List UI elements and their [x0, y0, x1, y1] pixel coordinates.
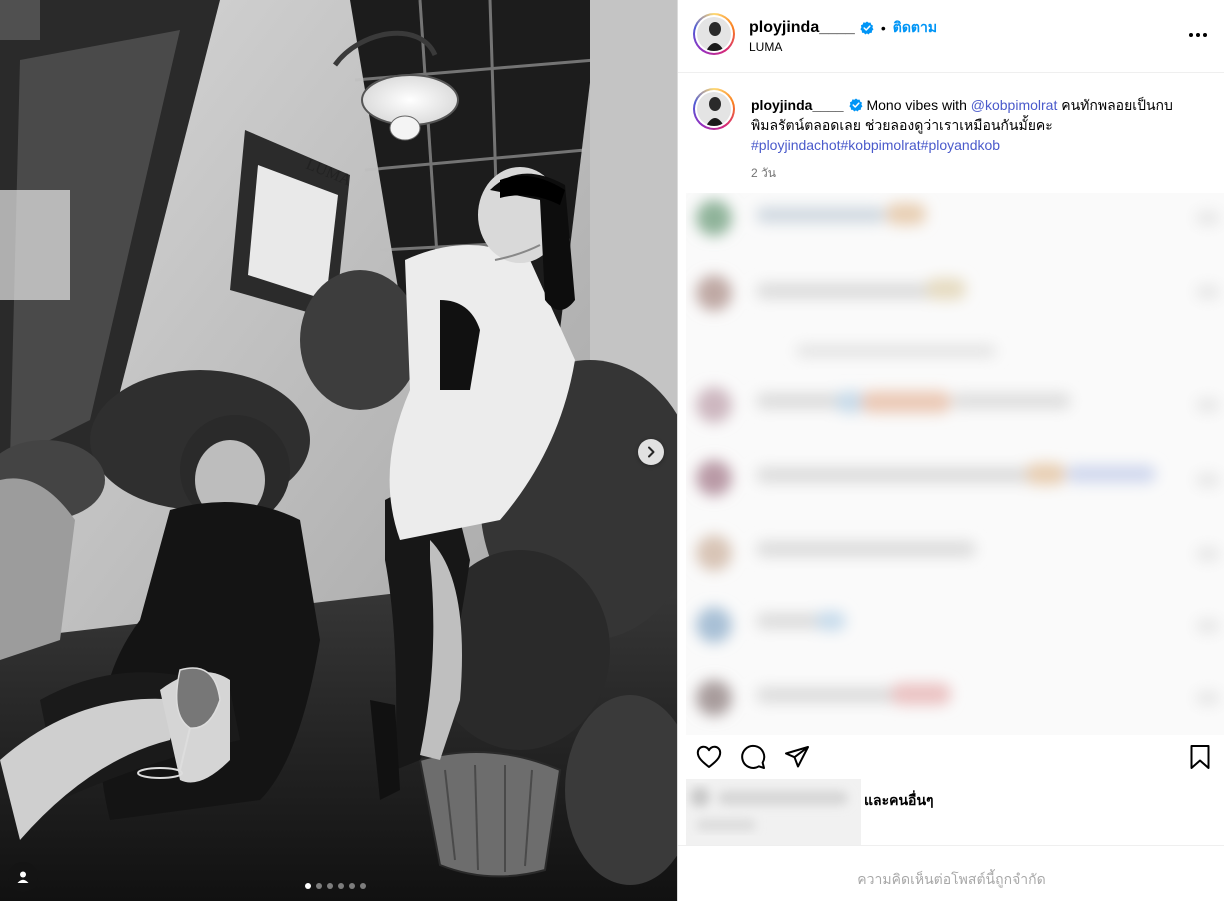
user-tag-icon: [17, 871, 29, 883]
caption-avatar[interactable]: [693, 88, 735, 130]
post-timestamp[interactable]: 2 วัน: [751, 164, 776, 183]
header-separator: •: [880, 20, 886, 36]
avatar-photo: [697, 92, 731, 126]
caption-mention[interactable]: @kobpimolrat: [971, 97, 1058, 113]
avatar[interactable]: [693, 13, 735, 55]
liked-by-blurred: [686, 779, 861, 845]
blurred-comments-graphic: [696, 200, 1220, 716]
liked-by-graphic: [690, 787, 848, 831]
comment-button[interactable]: [739, 743, 767, 771]
caption-body-start: Mono vibes with: [862, 97, 971, 113]
carousel-dot: [349, 883, 355, 889]
next-slide-button[interactable]: [638, 439, 664, 465]
carousel-dot: [305, 883, 311, 889]
comments-restricted-notice: ความคิดเห็นต่อโพสต์นี้ถูกจำกัด: [857, 871, 1046, 887]
post-side-panel: ployjinda____ • ติดตาม LUMA ployjinda___…: [677, 0, 1224, 901]
like-button[interactable]: [695, 743, 723, 771]
avatar-photo: [697, 17, 731, 51]
post-viewer: LUMA ployjinda____ • ติดตาม LUMA ployjin…: [0, 0, 1224, 901]
carousel-dot: [338, 883, 344, 889]
more-options-icon[interactable]: [1184, 24, 1212, 46]
carousel-dot: [327, 883, 333, 889]
caption-text: ployjinda____ Mono vibes with @kobpimolr…: [751, 95, 1201, 155]
hashtag-link[interactable]: #kobpimolrat: [841, 137, 921, 153]
carousel-dot: [360, 883, 366, 889]
header-username[interactable]: ployjinda____: [749, 19, 855, 37]
post-header: ployjinda____ • ติดตาม LUMA: [678, 0, 1224, 73]
verified-badge-icon: [848, 98, 863, 112]
comments-list-blurred: [686, 193, 1224, 735]
verified-badge-icon: [860, 21, 874, 35]
bookmark-icon: [1190, 745, 1210, 769]
hashtag-link[interactable]: #ployjindachot: [751, 137, 841, 153]
likes-others-text[interactable]: และคนอื่นๆ: [864, 790, 934, 812]
carousel-indicator: [305, 883, 366, 889]
header-user-row: ployjinda____ • ติดตาม: [749, 17, 937, 39]
divider: [678, 845, 1224, 846]
carousel-dot: [316, 883, 322, 889]
caption-username[interactable]: ployjinda____: [751, 97, 844, 113]
comment-icon: [741, 744, 766, 769]
heart-icon: [696, 745, 722, 768]
save-button[interactable]: [1186, 743, 1214, 771]
action-bar: [678, 737, 1224, 777]
share-icon: [785, 746, 809, 768]
post-caption: ployjinda____ Mono vibes with @kobpimolr…: [678, 74, 1224, 194]
follow-button[interactable]: ติดตาม: [893, 17, 937, 39]
tagged-users-button[interactable]: [8, 862, 38, 892]
location-link[interactable]: LUMA: [749, 40, 782, 54]
post-photo: LUMA: [0, 0, 677, 901]
chevron-right-icon: [648, 446, 655, 458]
hashtag-link[interactable]: #ployandkob: [921, 137, 1000, 153]
post-media[interactable]: LUMA: [0, 0, 677, 901]
share-button[interactable]: [783, 743, 811, 771]
